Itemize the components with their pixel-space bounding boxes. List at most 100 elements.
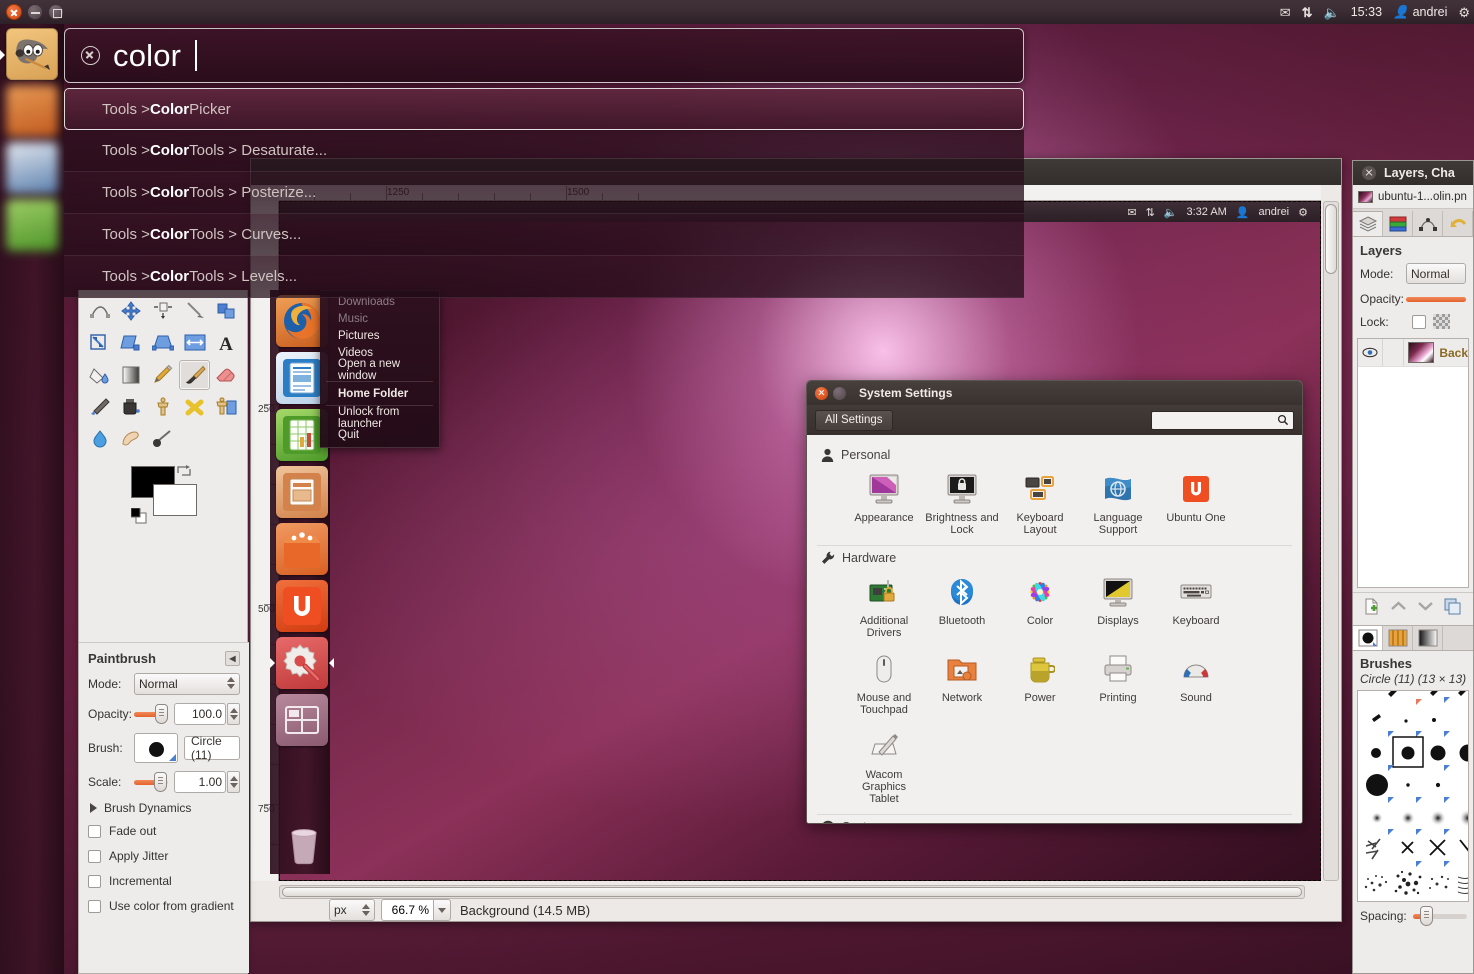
checkbox-icon[interactable] [88, 825, 101, 838]
settings-search-input[interactable] [1151, 411, 1294, 430]
settings-item-keyboard-layout[interactable]: Keyboard Layout [1001, 466, 1079, 543]
launcher-icon-firefox-blurred[interactable] [6, 85, 58, 137]
system-settings-titlebar[interactable]: System Settings [807, 381, 1302, 405]
tool-transform[interactable] [210, 296, 242, 326]
scale-value[interactable]: 1.00 [174, 771, 226, 793]
tool-text[interactable]: A [210, 328, 242, 358]
launcher-icon-workspace-switcher[interactable] [276, 694, 328, 746]
launcher-icon-calc-blurred[interactable] [6, 199, 58, 251]
network-icon[interactable]: ⇅ [1302, 6, 1313, 19]
launcher-icon-writer-blurred[interactable] [6, 142, 58, 194]
quicklist-item-unlock-from-launcher[interactable]: Unlock from launcher [320, 409, 439, 426]
tool-move[interactable] [116, 296, 148, 326]
tool-paths[interactable] [84, 296, 116, 326]
lock-alpha-icon[interactable] [1433, 314, 1450, 329]
tool-perspective[interactable] [147, 328, 179, 358]
tab-paths[interactable] [1413, 211, 1443, 236]
raise-layer-button[interactable] [1390, 599, 1407, 616]
brush-name-value[interactable]: Circle (11) [184, 736, 240, 760]
hud-result-curves[interactable]: Tools > Color Tools > Curves... [64, 214, 1024, 256]
tab-undo-history[interactable] [1443, 211, 1473, 236]
settings-item-network[interactable]: Network [923, 646, 1001, 723]
settings-item-mouse-and-touchpad[interactable]: Mouse and Touchpad [845, 646, 923, 723]
close-icon[interactable] [6, 4, 22, 20]
settings-item-additional-drivers[interactable]: Additional Drivers [845, 569, 923, 646]
canvas-vertical-scrollbar[interactable] [1323, 201, 1339, 881]
launcher-icon-system-settings[interactable] [276, 637, 328, 689]
checkbox-use-color-from-gradient[interactable]: Use color from gradient [88, 899, 240, 913]
checkbox-apply-jitter[interactable]: Apply Jitter [88, 849, 240, 863]
quicklist-item-open-a-new-window[interactable]: Open a new window [320, 361, 439, 378]
settings-item-color[interactable]: Color [1001, 569, 1079, 646]
settings-item-brightness-and-lock[interactable]: Brightness and Lock [923, 466, 1001, 543]
system-settings-window[interactable]: System Settings All Settings Personal [806, 380, 1303, 824]
quicklist-item-music[interactable]: Music [320, 310, 439, 327]
settings-item-power[interactable]: Power [1001, 646, 1079, 723]
settings-item-ubuntu-one[interactable]: Ubuntu One [1157, 466, 1235, 543]
settings-item-keyboard[interactable]: Keyboard [1157, 569, 1235, 646]
tool-eraser[interactable] [210, 360, 242, 390]
layer-link-cell[interactable] [1382, 339, 1404, 366]
session-indicator[interactable]: 👤 andrei [1393, 5, 1447, 20]
minimize-icon[interactable] [833, 387, 846, 400]
checkbox-icon[interactable] [88, 900, 101, 913]
launcher-icon-trash[interactable] [282, 823, 334, 875]
scale-spinner-icon[interactable] [227, 771, 240, 793]
settings-item-language-support[interactable]: Language Support [1079, 466, 1157, 543]
default-colors-icon[interactable] [131, 508, 147, 524]
checkbox-incremental[interactable]: Incremental [88, 874, 240, 888]
scale-slider[interactable] [134, 773, 168, 791]
hud-result-desaturate[interactable]: Tools > Color Tools > Desaturate... [64, 130, 1024, 172]
gimp-toolbox-window[interactable]: A [78, 290, 248, 974]
layer-mode-select[interactable]: Normal [1406, 263, 1466, 284]
minimize-icon[interactable] [27, 4, 43, 20]
zoom-value[interactable]: 66.7 % [381, 899, 433, 921]
clock-indicator[interactable]: 15:33 [1351, 5, 1382, 19]
mode-select[interactable]: Normal [134, 673, 240, 695]
settings-item-displays[interactable]: Displays [1079, 569, 1157, 646]
swap-colors-icon[interactable] [177, 464, 191, 481]
sound-icon[interactable]: 🔈 [1324, 6, 1340, 19]
settings-item-bluetooth[interactable]: Bluetooth [923, 569, 1001, 646]
tool-airbrush[interactable] [84, 392, 116, 422]
image-selector-bar[interactable]: ubuntu-1...olin.pn [1353, 185, 1473, 209]
hud-result-color-picker[interactable]: Tools > Color Picker [64, 88, 1024, 130]
table-row[interactable]: Back [1358, 339, 1468, 367]
opacity-slider[interactable] [134, 705, 168, 723]
tool-paintbrush[interactable] [179, 360, 211, 390]
close-icon[interactable] [1362, 166, 1376, 180]
tab-gradients[interactable] [1413, 626, 1443, 650]
messaging-icon[interactable]: ✉ [1280, 6, 1291, 19]
gimp-layers-dock[interactable]: Layers, Cha ubuntu-1...olin.pn Layers Mo… [1352, 160, 1474, 974]
settings-item-wacom-graphics-tablet[interactable]: Wacom Graphics Tablet [845, 723, 923, 812]
tool-scale[interactable] [84, 328, 116, 358]
background-color-swatch[interactable] [153, 484, 197, 516]
launcher-icon-ubuntu-software-center[interactable] [276, 523, 328, 575]
unit-selector[interactable]: px [329, 899, 375, 921]
opacity-spinner-icon[interactable] [227, 703, 240, 725]
mode-spinner-icon[interactable] [227, 677, 235, 689]
launcher-icon-ubuntu-one[interactable] [276, 580, 328, 632]
tool-dodge-burn[interactable] [147, 424, 179, 454]
hud-search-field[interactable]: color [64, 28, 1024, 83]
tool-align[interactable] [147, 296, 179, 326]
tab-channels[interactable] [1383, 211, 1413, 236]
tab-brushes[interactable] [1353, 626, 1383, 650]
maximize-icon[interactable] [48, 4, 64, 20]
clear-circle-icon[interactable] [81, 46, 100, 65]
tool-heal[interactable] [179, 392, 211, 422]
quicklist-item-pictures[interactable]: Pictures [320, 327, 439, 344]
tool-pencil[interactable] [147, 360, 179, 390]
layer-visibility-icon[interactable] [1358, 347, 1382, 358]
tool-blur-sharpen[interactable] [84, 424, 116, 454]
nautilus-quicklist-menu[interactable]: Downloads Music Pictures Videos Open a n… [320, 290, 440, 448]
vscroll-thumb[interactable] [1325, 204, 1337, 274]
tool-clone[interactable] [147, 392, 179, 422]
tool-bucket-fill[interactable] [84, 360, 116, 390]
hscroll-thumb[interactable] [282, 887, 1302, 897]
tool-flip[interactable] [179, 328, 211, 358]
hud-result-posterize[interactable]: Tools > Color Tools > Posterize... [64, 172, 1024, 214]
tool-crop[interactable] [179, 296, 211, 326]
tool-ink[interactable] [116, 392, 148, 422]
settings-item-appearance[interactable]: Appearance [845, 466, 923, 543]
